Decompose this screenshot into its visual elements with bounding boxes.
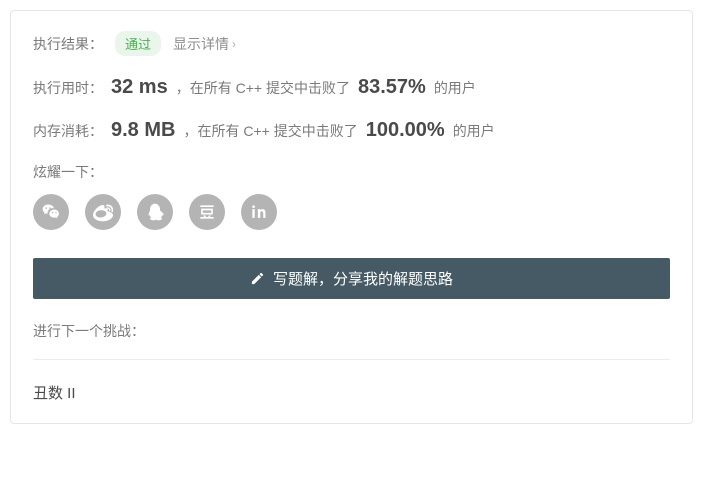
write-solution-button[interactable]: 写题解，分享我的解题思路 (33, 258, 670, 299)
runtime-text-prefix: ，在所有 C++ 提交中击败了 (176, 78, 350, 98)
next-challenge-link[interactable]: 丑数 II (33, 376, 670, 403)
runtime-label: 执行用时： (33, 78, 103, 98)
memory-text-suffix: 的用户 (453, 121, 495, 141)
memory-label: 内存消耗： (33, 121, 103, 141)
runtime-row: 执行用时： 32 ms ，在所有 C++ 提交中击败了 83.57% 的用户 (33, 76, 670, 99)
runtime-value: 32 ms (111, 76, 168, 99)
qq-icon[interactable] (137, 194, 173, 230)
divider (33, 359, 670, 360)
runtime-percent: 83.57% (358, 76, 426, 99)
runtime-text-suffix: 的用户 (434, 78, 476, 98)
wechat-icon[interactable] (33, 194, 69, 230)
memory-row: 内存消耗： 9.8 MB ，在所有 C++ 提交中击败了 100.00% 的用户 (33, 119, 670, 142)
share-label: 炫耀一下： (33, 162, 670, 182)
memory-value: 9.8 MB (111, 119, 175, 142)
write-solution-label: 写题解，分享我的解题思路 (273, 268, 453, 289)
chevron-right-icon: › (232, 37, 236, 51)
show-details-text: 显示详情 (173, 34, 229, 54)
result-label: 执行结果： (33, 34, 103, 54)
result-row: 执行结果： 通过 显示详情 › (33, 31, 670, 56)
douban-icon[interactable] (189, 194, 225, 230)
pencil-icon (250, 271, 265, 286)
memory-percent: 100.00% (366, 119, 445, 142)
weibo-icon[interactable] (85, 194, 121, 230)
share-icons-row (33, 194, 670, 230)
show-details-link[interactable]: 显示详情 › (173, 34, 236, 54)
status-badge: 通过 (115, 31, 161, 56)
memory-text-prefix: ，在所有 C++ 提交中击败了 (183, 121, 357, 141)
linkedin-icon[interactable] (241, 194, 277, 230)
next-challenge-label: 进行下一个挑战： (33, 321, 670, 341)
submission-result-card: 执行结果： 通过 显示详情 › 执行用时： 32 ms ，在所有 C++ 提交中… (10, 10, 693, 424)
